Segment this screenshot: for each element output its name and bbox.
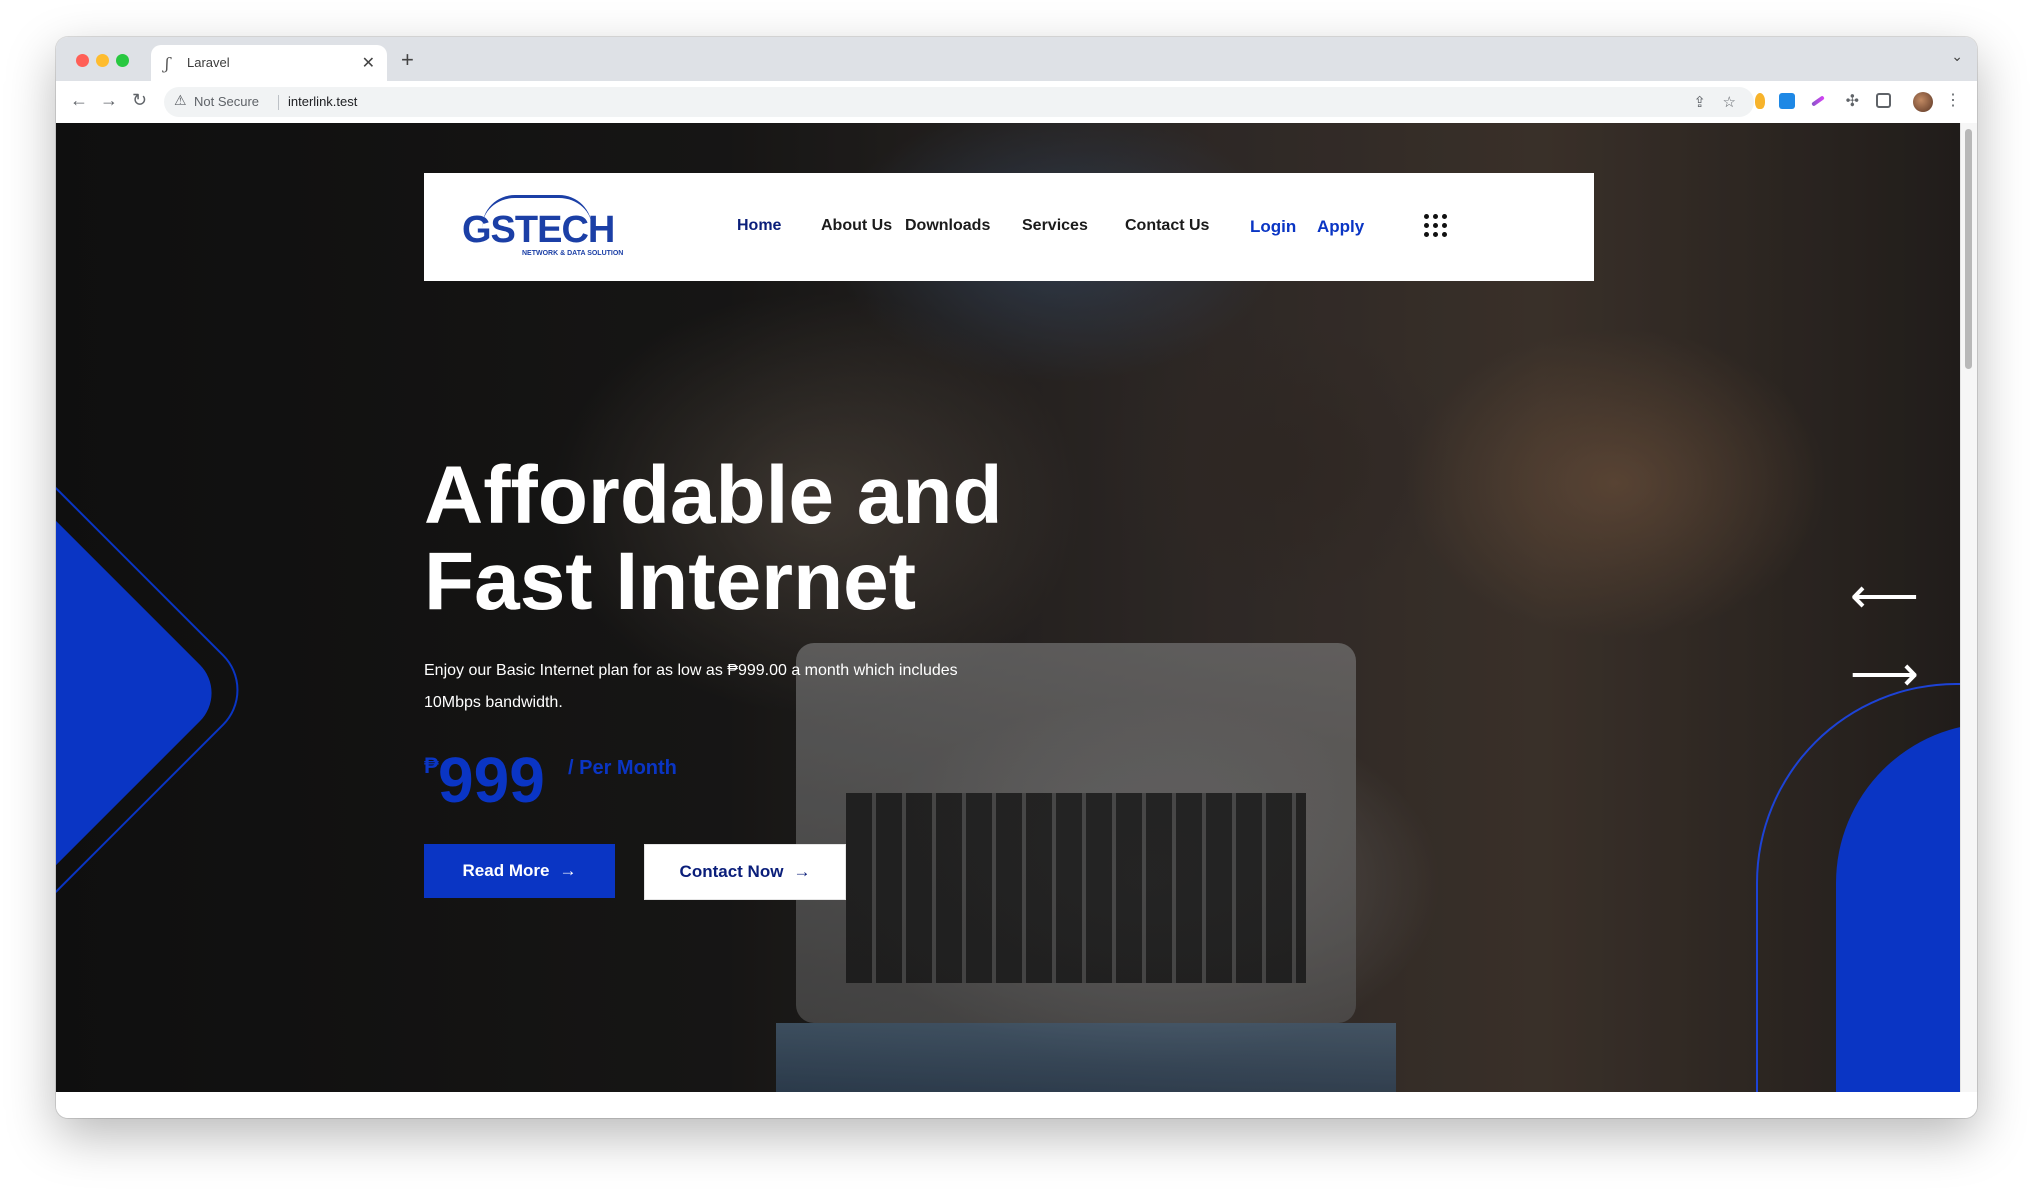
browser-toolbar: ← → ↻ ⚠ Not Secure interlink.test ⇪ ☆ ✣ …: [56, 81, 1977, 124]
nav-home[interactable]: Home: [737, 217, 781, 235]
share-icon[interactable]: ⇪: [1693, 93, 1706, 111]
address-separator: [278, 95, 279, 110]
hero-description: Enjoy our Basic Internet plan for as low…: [424, 655, 1044, 719]
apps-grid-icon[interactable]: [1424, 214, 1448, 238]
close-window-button[interactable]: [76, 54, 89, 67]
arrow-right-icon: →: [559, 861, 577, 880]
nav-about-us[interactable]: About Us: [821, 217, 892, 235]
nav-login[interactable]: Login: [1250, 217, 1296, 237]
laravel-favicon-icon: ʃ: [165, 54, 170, 73]
gstech-logo[interactable]: GSTECH NETWORK & DATA SOLUTION: [462, 195, 642, 265]
profile-avatar[interactable]: [1913, 92, 1933, 112]
bookmark-star-icon[interactable]: ☆: [1723, 93, 1736, 111]
lightbulb-extension-icon[interactable]: [1755, 93, 1765, 109]
slider-prev-arrow-icon[interactable]: ⟵: [1850, 573, 1919, 621]
address-bar[interactable]: ⚠ Not Secure interlink.test ⇪ ☆: [164, 87, 1754, 117]
nav-downloads[interactable]: Downloads: [905, 217, 990, 235]
forward-arrow-icon[interactable]: →: [100, 90, 118, 111]
scrollbar-thumb[interactable]: [1965, 129, 1972, 369]
tab-strip: ʃ Laravel ✕ + ⌄: [56, 37, 1977, 81]
logo-subtitle: NETWORK & DATA SOLUTION: [522, 250, 624, 257]
url-text: interlink.test: [288, 94, 358, 109]
pen-extension-icon[interactable]: [1811, 95, 1825, 107]
contact-now-button[interactable]: Contact Now →: [644, 844, 846, 900]
minimize-window-button[interactable]: [96, 54, 109, 67]
reload-icon[interactable]: ↻: [132, 90, 147, 111]
new-tab-button[interactable]: +: [401, 47, 414, 73]
arrow-right-icon: →: [793, 862, 811, 881]
tab-search-chevron-icon[interactable]: ⌄: [1951, 48, 1963, 65]
back-arrow-icon[interactable]: ←: [70, 90, 88, 111]
nav-contact-us[interactable]: Contact Us: [1125, 217, 1209, 235]
nav-apply[interactable]: Apply: [1317, 217, 1364, 237]
browser-window: ʃ Laravel ✕ + ⌄ ← → ↻ ⚠ Not Secure inter…: [56, 37, 1977, 1118]
tab-title: Laravel: [187, 55, 230, 70]
hero-description-line1: Enjoy our Basic Internet plan for as low…: [424, 662, 958, 679]
puzzle-extensions-icon[interactable]: ✣: [1846, 91, 1859, 111]
hero-title-line2: Fast Internet: [424, 536, 917, 627]
read-more-label: Read More: [462, 861, 550, 880]
page-scrollbar[interactable]: [1960, 123, 1977, 1092]
translate-extension-icon[interactable]: [1779, 93, 1795, 109]
more-menu-icon[interactable]: ⋮: [1945, 90, 1961, 110]
page-hero: GSTECH NETWORK & DATA SOLUTION Home Abou…: [56, 123, 1961, 1092]
warning-icon: ⚠: [174, 92, 187, 108]
hero-title: Affordable and Fast Internet: [424, 453, 1124, 625]
nav-services[interactable]: Services: [1022, 217, 1088, 235]
not-secure-label: Not Secure: [194, 94, 260, 109]
contact-now-label: Contact Now: [679, 862, 784, 881]
tab-close-icon[interactable]: ✕: [362, 53, 375, 73]
slider-next-arrow-icon[interactable]: ⟶: [1850, 651, 1919, 699]
maximize-window-button[interactable]: [116, 54, 129, 67]
price-amount: 999: [438, 744, 545, 816]
logo-text: GSTECH: [462, 209, 615, 251]
hero-title-line1: Affordable and: [424, 450, 1003, 541]
price-per-month: / Per Month: [568, 757, 677, 779]
site-header: GSTECH NETWORK & DATA SOLUTION Home Abou…: [424, 173, 1594, 281]
hero-description-line2: 10Mbps bandwidth.: [424, 694, 563, 711]
tab-laravel[interactable]: ʃ Laravel ✕: [151, 45, 387, 81]
read-more-button[interactable]: Read More →: [424, 844, 615, 898]
price-currency: ₱: [424, 753, 439, 778]
page-bottom-strip: [56, 1092, 1977, 1118]
side-panel-icon[interactable]: [1876, 93, 1891, 108]
